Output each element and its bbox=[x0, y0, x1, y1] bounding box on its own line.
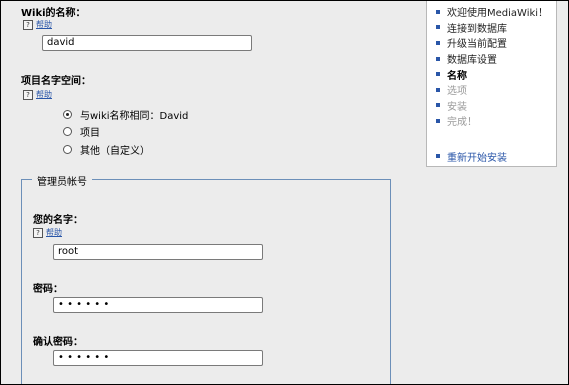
step-label: 名称 bbox=[447, 70, 467, 82]
confirm-password-label: 确认密码： bbox=[33, 337, 83, 348]
help-link[interactable]: 帮助 bbox=[36, 19, 52, 30]
step-label: 完成！ bbox=[447, 117, 477, 129]
step-label: 安装 bbox=[447, 101, 467, 113]
namespace-option-other[interactable]: 其他（自定义） bbox=[63, 142, 150, 157]
namespace-help[interactable]: ? 帮助 bbox=[23, 89, 52, 100]
namespace-option-same[interactable]: 与wiki名称相同：David bbox=[63, 107, 188, 122]
wiki-name-input[interactable]: david bbox=[42, 35, 252, 51]
radio-selected[interactable] bbox=[63, 110, 72, 119]
step-label: 数据库设置 bbox=[447, 55, 497, 67]
step-welcome: 欢迎使用MediaWiki！ bbox=[427, 4, 556, 20]
step-label: 连接到数据库 bbox=[447, 23, 507, 35]
help-link[interactable]: 帮助 bbox=[46, 227, 62, 238]
password-input[interactable]: • • • • • • bbox=[53, 297, 263, 313]
wiki-name-label: Wiki的名称： bbox=[21, 8, 86, 19]
step-upgrade: 升级当前配置 bbox=[427, 35, 556, 51]
radio[interactable] bbox=[63, 145, 72, 154]
namespace-option-project[interactable]: 项目 bbox=[63, 124, 100, 139]
bullet-icon bbox=[436, 56, 440, 61]
namespace-label: 项目名字空间： bbox=[21, 76, 91, 87]
step-db-settings: 数据库设置 bbox=[427, 51, 556, 67]
bullet-icon bbox=[436, 72, 440, 77]
restart-label[interactable]: 重新开始安装 bbox=[447, 149, 507, 164]
password-label: 密码： bbox=[33, 284, 63, 295]
step-label: 选项 bbox=[447, 86, 467, 98]
step-name: 名称 bbox=[427, 66, 556, 82]
username-label: 您的名字： bbox=[33, 215, 83, 226]
username-help[interactable]: ? 帮助 bbox=[33, 227, 62, 238]
bullet-icon bbox=[436, 9, 440, 14]
installer-window: Wiki的名称： ? 帮助 david 项目名字空间： ? 帮助 与wiki名称… bbox=[0, 0, 569, 385]
bullet-icon bbox=[436, 154, 440, 159]
username-input[interactable]: root bbox=[53, 244, 263, 260]
radio[interactable] bbox=[63, 127, 72, 136]
confirm-password-input[interactable]: • • • • • • bbox=[53, 350, 263, 366]
help-icon: ? bbox=[23, 89, 33, 100]
wiki-name-help[interactable]: ? 帮助 bbox=[23, 19, 52, 30]
steps-list: 欢迎使用MediaWiki！ 连接到数据库 升级当前配置 数据库设置 名称 选项… bbox=[427, 4, 556, 129]
option-label: 与wiki名称相同：David bbox=[80, 111, 189, 122]
installer-steps-sidebar: 欢迎使用MediaWiki！ 连接到数据库 升级当前配置 数据库设置 名称 选项… bbox=[426, 1, 557, 167]
step-label: 欢迎使用MediaWiki！ bbox=[447, 8, 549, 20]
help-icon: ? bbox=[23, 19, 33, 30]
bullet-icon bbox=[436, 87, 440, 92]
bullet-icon bbox=[436, 118, 440, 123]
admin-account-legend: 管理员帐号 bbox=[32, 173, 92, 188]
help-link[interactable]: 帮助 bbox=[36, 89, 52, 100]
step-options: 选项 bbox=[427, 82, 556, 98]
bullet-icon bbox=[436, 40, 440, 45]
step-install: 安装 bbox=[427, 98, 556, 114]
bullet-icon bbox=[436, 25, 440, 30]
step-connect-db: 连接到数据库 bbox=[427, 20, 556, 36]
step-label: 升级当前配置 bbox=[447, 39, 507, 51]
option-label: 项目 bbox=[80, 128, 100, 139]
step-complete: 完成！ bbox=[427, 113, 556, 129]
bullet-icon bbox=[436, 103, 440, 108]
help-icon: ? bbox=[33, 227, 43, 238]
restart-install-link[interactable]: 重新开始安装 bbox=[427, 149, 556, 164]
option-label: 其他（自定义） bbox=[80, 146, 150, 157]
